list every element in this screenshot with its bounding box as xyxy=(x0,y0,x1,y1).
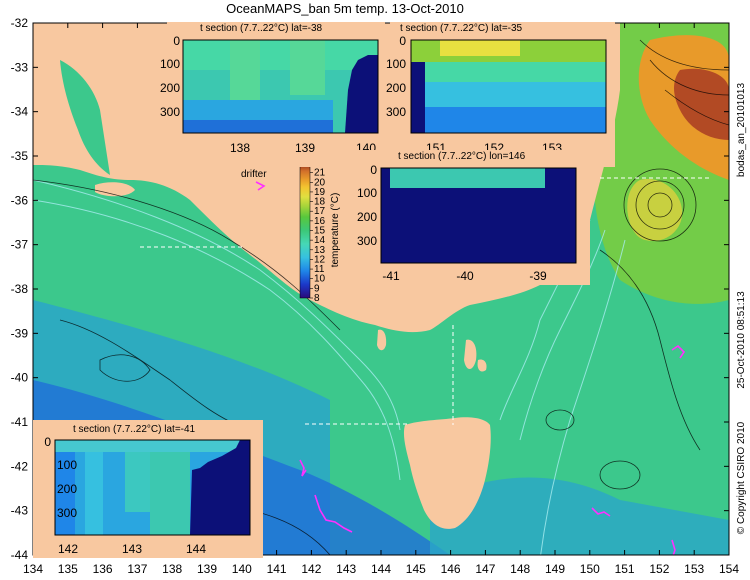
inset-y-tick: 300 xyxy=(160,105,180,119)
inset-y-tick: 100 xyxy=(357,186,377,200)
x-tick-label: 141 xyxy=(267,562,287,576)
inset-section-lat-35: t section (7.7..22°C) lat=-35 0 100 200 … xyxy=(386,22,615,167)
y-tick-label: -44 xyxy=(11,548,29,562)
inset-y-tick: 200 xyxy=(160,81,180,95)
x-tick-label: 137 xyxy=(127,562,147,576)
x-tick-label: 145 xyxy=(406,562,426,576)
inset-x-tick: 143 xyxy=(122,542,142,556)
y-tick-label: -36 xyxy=(11,193,29,207)
inset-plot xyxy=(411,40,606,133)
inset-section-lat-38: t section (7.7..22°C) lat=-38 0 100 200 … xyxy=(160,22,385,167)
inset-x-tick: 138 xyxy=(230,141,250,155)
inset-x-tick: 142 xyxy=(58,542,78,556)
x-tick-label: 154 xyxy=(719,562,739,576)
y-tick-label: -42 xyxy=(11,459,29,473)
inset-y-tick: 200 xyxy=(57,482,77,496)
x-tick-label: 138 xyxy=(162,562,182,576)
map-figure: OceanMAPS_ban 5m temp. 13-Oct-2010 134 1… xyxy=(0,0,750,580)
x-tick-label: 150 xyxy=(580,562,600,576)
copyright-label: © Copyright CSIRO 2010 xyxy=(736,421,747,534)
inset-y-tick: 0 xyxy=(370,163,377,177)
map-title: OceanMAPS_ban 5m temp. 13-Oct-2010 xyxy=(226,1,464,16)
inset-y-tick: 100 xyxy=(160,57,180,71)
y-tick-label: -39 xyxy=(11,326,29,340)
x-tick-label: 153 xyxy=(684,562,704,576)
inset-section-lon146: t section (7.7..22°C) lon=146 0 100 200 … xyxy=(345,150,590,285)
x-tick-label: 151 xyxy=(615,562,635,576)
map-canvas: OceanMAPS_ban 5m temp. 13-Oct-2010 134 1… xyxy=(11,1,747,576)
inset-plot xyxy=(183,40,378,133)
inset-y-tick: 200 xyxy=(357,210,377,224)
y-tick-label: -33 xyxy=(11,60,29,74)
x-tick-label: 140 xyxy=(232,562,252,576)
x-tick-label: 134 xyxy=(23,562,43,576)
y-tick-label: -37 xyxy=(11,238,29,252)
x-tick-label: 139 xyxy=(197,562,217,576)
x-tick-label: 152 xyxy=(649,562,669,576)
inset-y-tick: 0 xyxy=(399,34,406,48)
run-id-label: bodas_an_20101013 xyxy=(736,83,747,177)
x-tick-label: 144 xyxy=(371,562,391,576)
timestamp-label: 25-Oct-2010 08:51:13 xyxy=(736,291,747,389)
y-tick-label: -38 xyxy=(11,282,29,296)
colorbar-tick-label: 8 xyxy=(314,293,320,304)
inset-y-tick: 100 xyxy=(57,458,77,472)
inset-x-tick: -40 xyxy=(456,269,474,283)
colorbar-scale xyxy=(299,162,311,299)
inset-x-tick: -39 xyxy=(529,269,547,283)
inset-title: t section (7.7..22°C) lat=-35 xyxy=(400,23,523,34)
x-tick-label: 149 xyxy=(545,562,565,576)
drifter-label: drifter xyxy=(241,169,267,180)
inset-y-tick: 0 xyxy=(44,435,51,449)
inset-title: t section (7.7..22°C) lon=146 xyxy=(398,151,526,162)
y-tick-label: -41 xyxy=(11,415,29,429)
inset-y-tick: 200 xyxy=(386,81,406,95)
x-tick-label: 148 xyxy=(510,562,530,576)
inset-title: t section (7.7..22°C) lat=-41 xyxy=(73,424,196,435)
colorbar-label: temperature (°C) xyxy=(330,193,341,268)
inset-x-tick: 139 xyxy=(295,141,315,155)
inset-y-tick: 0 xyxy=(173,34,180,48)
y-tick-label: -35 xyxy=(11,149,29,163)
inset-y-tick: 300 xyxy=(386,105,406,119)
y-tick-label: -32 xyxy=(11,16,29,30)
inset-section-lat-41: t section (7.7..22°C) lat=-41 0 100 200 … xyxy=(33,420,263,558)
x-tick-label: 142 xyxy=(301,562,321,576)
x-tick-label: 147 xyxy=(475,562,495,576)
inset-plot xyxy=(55,440,250,535)
inset-y-tick: 300 xyxy=(357,234,377,248)
inset-plot xyxy=(381,168,576,263)
x-tick-label: 146 xyxy=(441,562,461,576)
x-tick-label: 135 xyxy=(58,562,78,576)
x-tick-label: 136 xyxy=(93,562,113,576)
y-tick-label: -34 xyxy=(11,105,29,119)
y-tick-label: -43 xyxy=(11,504,29,518)
inset-title: t section (7.7..22°C) lat=-38 xyxy=(200,23,323,34)
y-tick-label: -40 xyxy=(11,371,29,385)
inset-y-tick: 100 xyxy=(386,57,406,71)
x-tick-label: 143 xyxy=(336,562,356,576)
inset-x-tick: -41 xyxy=(382,269,400,283)
inset-y-tick: 300 xyxy=(57,506,77,520)
inset-x-tick: 144 xyxy=(186,542,206,556)
